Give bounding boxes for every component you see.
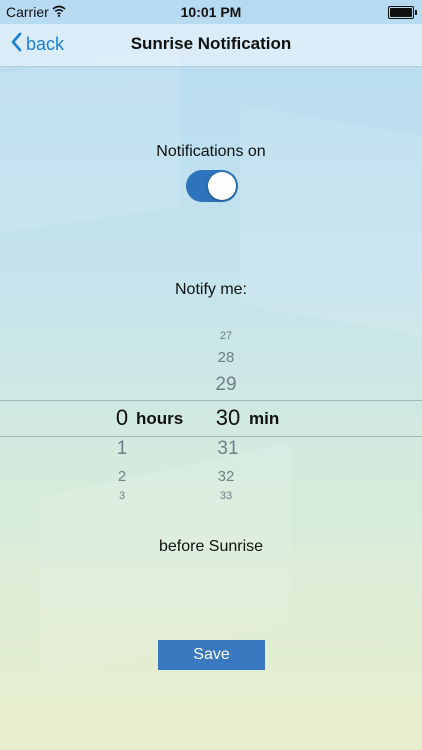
battery-icon — [388, 6, 417, 19]
notify-me-label: Notify me: — [174, 281, 247, 298]
hours-option: 2 — [117, 468, 127, 485]
save-button[interactable]: Save — [158, 640, 265, 670]
notifications-label: Notifications on — [156, 143, 266, 160]
minutes-option: 33 — [219, 490, 233, 502]
minutes-option: 32 — [217, 468, 235, 485]
minutes-selected: 30 — [215, 405, 241, 430]
minutes-option: 31 — [217, 438, 239, 459]
hours-unit-label: hours — [136, 409, 184, 428]
minutes-unit-label: min — [249, 409, 280, 428]
background-facet — [0, 47, 180, 233]
toggle-knob — [208, 172, 236, 200]
hours-option: 1 — [116, 438, 128, 459]
status-time: 10:01 PM — [180, 4, 242, 20]
notifications-toggle[interactable] — [186, 170, 238, 202]
background-facet — [240, 103, 422, 337]
minutes-option: 28 — [217, 349, 235, 366]
minutes-option: 29 — [215, 374, 237, 395]
page-title: Sunrise Notification — [130, 34, 292, 53]
minutes-option: 27 — [219, 330, 233, 342]
hours-option: 3 — [118, 490, 126, 502]
before-sunrise-label: before Sunrise — [158, 538, 264, 555]
status-bar: Carrier 10:01 PM — [0, 0, 422, 24]
navigation-bar: back Sunrise Notification — [0, 24, 422, 67]
